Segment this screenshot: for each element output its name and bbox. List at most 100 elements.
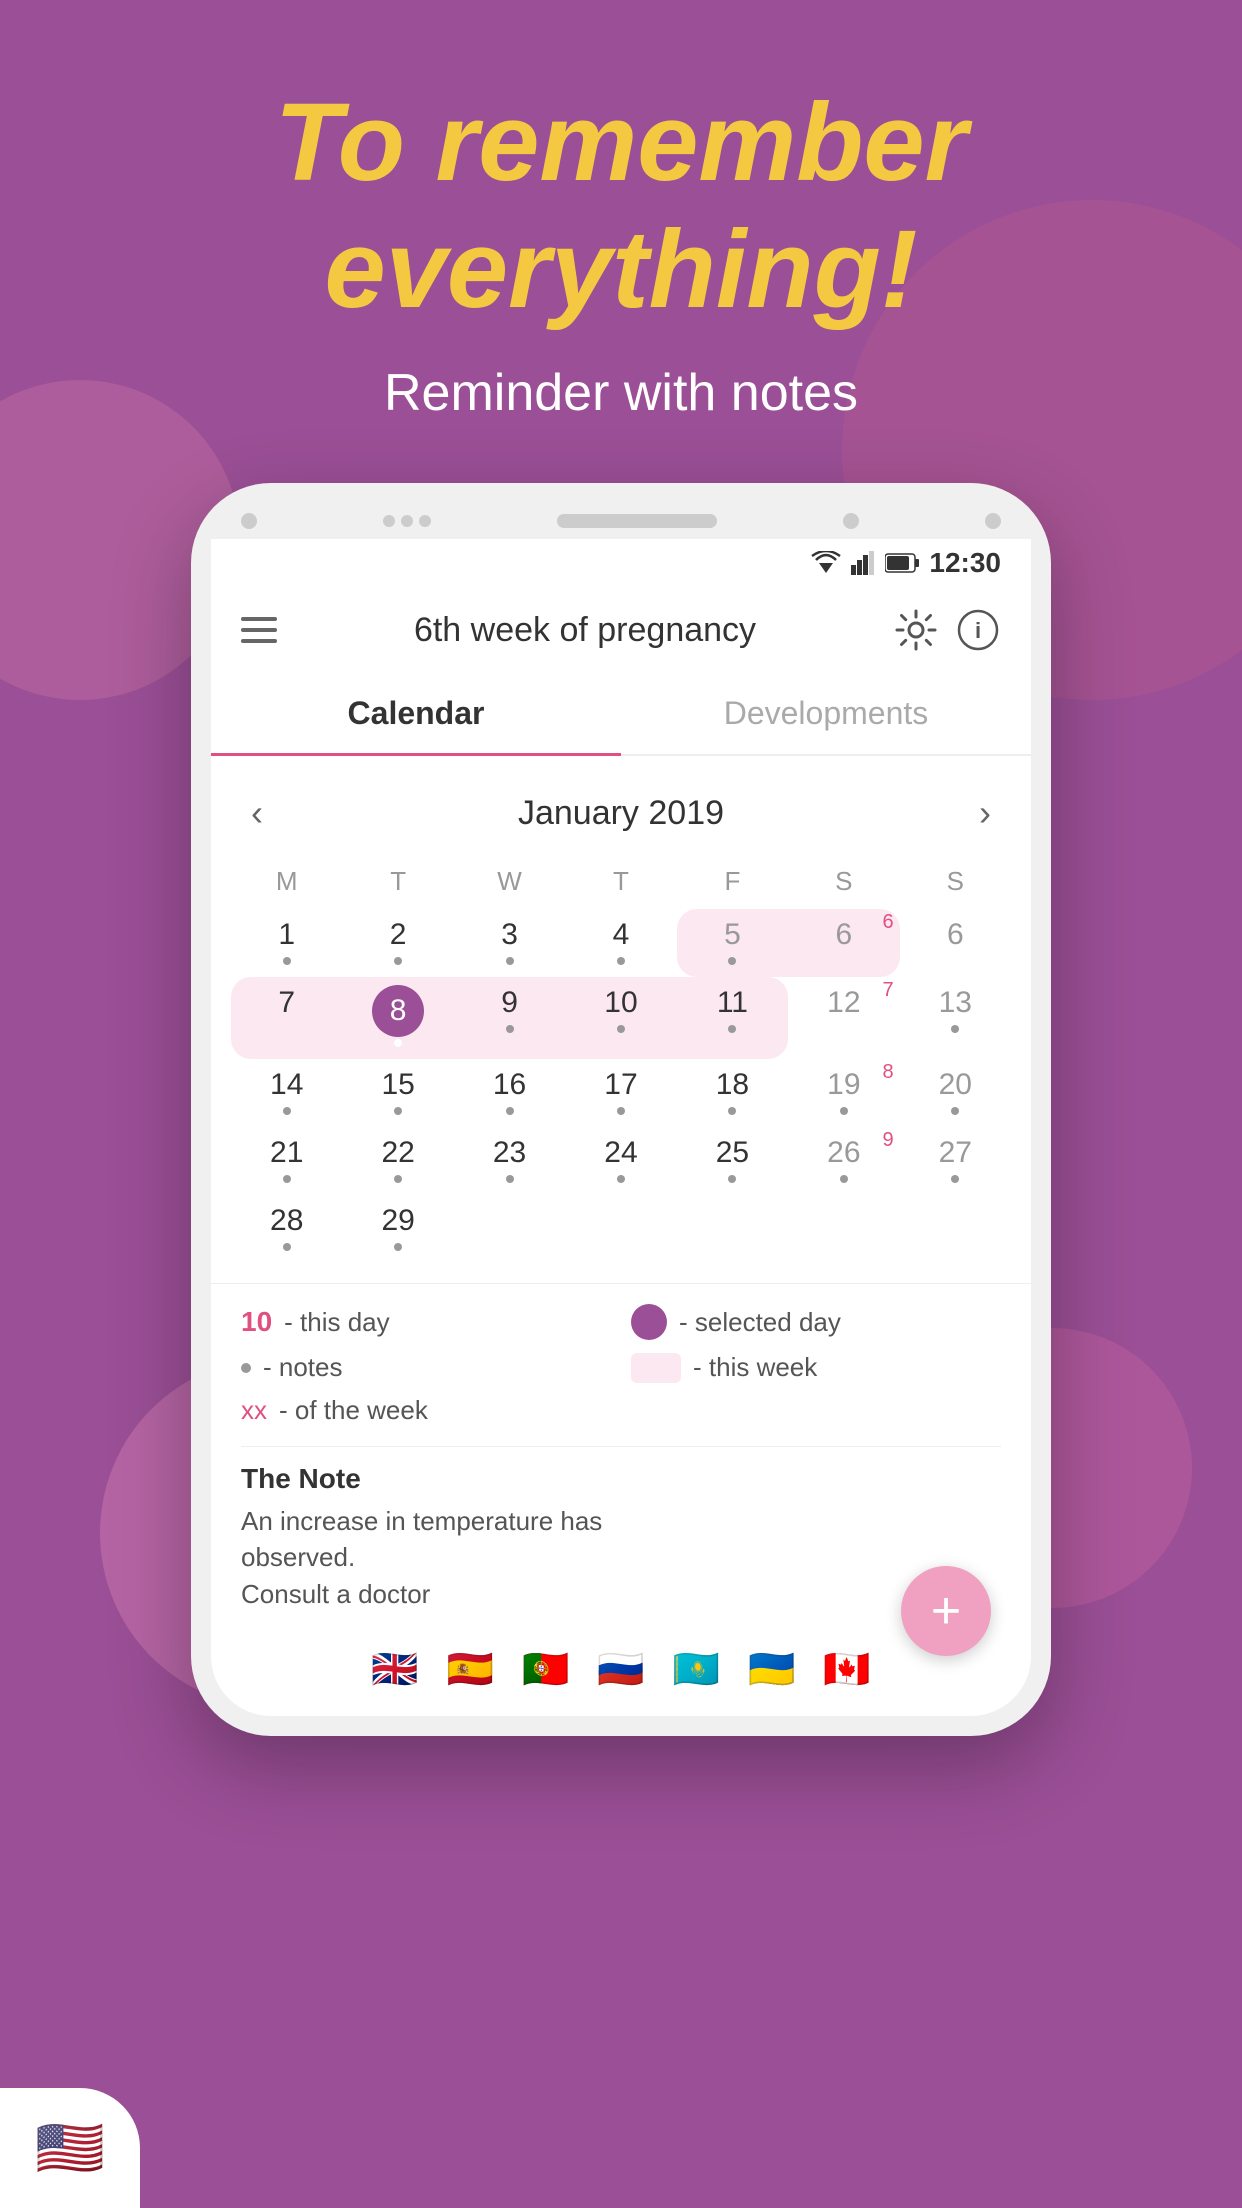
- signal-icon: [851, 551, 875, 575]
- phone-camera-dot: [241, 513, 257, 529]
- cal-day-19[interactable]: 8 19: [788, 1059, 899, 1127]
- cal-day-24[interactable]: 24: [565, 1127, 676, 1195]
- day-header-tue: T: [342, 860, 453, 903]
- cal-day-26[interactable]: 9 26: [788, 1127, 899, 1195]
- app-header: 6th week of pregnancy i: [211, 587, 1031, 673]
- note-title: The Note: [241, 1463, 1001, 1495]
- cal-day-29[interactable]: 29: [342, 1195, 453, 1263]
- flag-ca[interactable]: 🇨🇦: [823, 1648, 870, 1692]
- gear-icon: [895, 609, 937, 651]
- cal-day-14[interactable]: 14: [231, 1059, 342, 1127]
- hero-title: To remember everything!: [0, 80, 1242, 333]
- settings-button[interactable]: [893, 607, 939, 653]
- status-bar: 12:30: [211, 539, 1031, 587]
- cal-day-10[interactable]: 10: [565, 977, 676, 1059]
- cal-day-5[interactable]: 5: [677, 909, 788, 977]
- flag-pt[interactable]: 🇵🇹: [522, 1648, 569, 1692]
- cal-day-6-sat[interactable]: 6 6: [788, 909, 899, 977]
- day-header-mon: M: [231, 860, 342, 903]
- calendar-week-3: 14 15 16 17 18 8 19 20: [231, 1059, 1011, 1127]
- phone-top-bar: [211, 513, 1031, 539]
- hamburger-menu[interactable]: [241, 617, 277, 643]
- calendar: ‹ January 2019 › M T W T F S S 1 2 3 4 5: [211, 756, 1031, 1283]
- cal-day-1[interactable]: 1: [231, 909, 342, 977]
- cal-empty-1: [454, 1195, 565, 1263]
- cal-day-11[interactable]: 11: [677, 977, 788, 1059]
- legend-this-day: 10 - this day: [241, 1304, 611, 1340]
- cal-day-6-sun[interactable]: 6: [900, 909, 1011, 977]
- calendar-week-5: 28 29: [231, 1195, 1011, 1263]
- flag-gb[interactable]: 🇬🇧: [371, 1648, 418, 1692]
- cal-empty-5: [900, 1195, 1011, 1263]
- bottom-flag-us[interactable]: 🇺🇸: [0, 2088, 140, 2208]
- legend-this-week: - this week: [631, 1352, 1001, 1383]
- cal-day-22[interactable]: 22: [342, 1127, 453, 1195]
- phone-speaker: [557, 514, 717, 528]
- app-title: 6th week of pregnancy: [297, 611, 873, 650]
- day-header-sat: S: [788, 860, 899, 903]
- flag-kz[interactable]: 🇰🇿: [673, 1648, 720, 1692]
- cal-empty-4: [788, 1195, 899, 1263]
- day-header-wed: W: [454, 860, 565, 903]
- cal-day-7[interactable]: 7: [231, 977, 342, 1059]
- cal-empty-2: [565, 1195, 676, 1263]
- calendar-week-4: 21 22 23 24 25 9 26 27: [231, 1127, 1011, 1195]
- tab-developments[interactable]: Developments: [621, 673, 1031, 754]
- cal-day-12[interactable]: 7 12: [788, 977, 899, 1059]
- prev-month-button[interactable]: ‹: [241, 782, 273, 844]
- note-text: An increase in temperature has observed.…: [241, 1503, 1001, 1612]
- day-header-sun: S: [900, 860, 1011, 903]
- info-button[interactable]: i: [955, 607, 1001, 653]
- tabs: Calendar Developments: [211, 673, 1031, 756]
- legend-selected-day: - selected day: [631, 1304, 1001, 1340]
- phone-sensor-dot: [985, 513, 1001, 529]
- phone-body: 12:30 6th week of pregnancy: [191, 483, 1051, 1736]
- legend-week-num: xx - of the week: [241, 1395, 611, 1426]
- cal-day-16[interactable]: 16: [454, 1059, 565, 1127]
- hero-section: To remember everything! Reminder with no…: [0, 0, 1242, 423]
- cal-day-28[interactable]: 28: [231, 1195, 342, 1263]
- flags-bar: 🇬🇧 🇪🇸 🇵🇹 🇷🇺 🇰🇿 🇺🇦 🇨🇦: [211, 1632, 1031, 1716]
- cal-empty-3: [677, 1195, 788, 1263]
- phone-front-camera: [843, 513, 859, 529]
- day-header-fri: F: [677, 860, 788, 903]
- flag-ua[interactable]: 🇺🇦: [748, 1648, 795, 1692]
- cal-day-15[interactable]: 15: [342, 1059, 453, 1127]
- cal-day-27[interactable]: 27: [900, 1127, 1011, 1195]
- cal-day-2[interactable]: 2: [342, 909, 453, 977]
- divider: [241, 1446, 1001, 1447]
- info-icon: i: [957, 609, 999, 651]
- svg-text:i: i: [975, 618, 981, 643]
- cal-day-3[interactable]: 3: [454, 909, 565, 977]
- hero-subtitle: Reminder with notes: [0, 363, 1242, 423]
- phone-mockup: 12:30 6th week of pregnancy: [0, 483, 1242, 1736]
- calendar-nav: ‹ January 2019 ›: [231, 766, 1011, 860]
- phone-sensors: [383, 515, 431, 527]
- calendar-week-2: 7 8 9 10 11 7 12 13: [231, 977, 1011, 1059]
- cal-day-13[interactable]: 13: [900, 977, 1011, 1059]
- status-icons: 12:30: [811, 547, 1001, 579]
- header-actions: i: [893, 607, 1001, 653]
- cal-day-20[interactable]: 20: [900, 1059, 1011, 1127]
- cal-day-25[interactable]: 25: [677, 1127, 788, 1195]
- add-note-fab[interactable]: +: [901, 1566, 991, 1656]
- wifi-icon: [811, 551, 841, 575]
- day-header-thu: T: [565, 860, 676, 903]
- cal-day-17[interactable]: 17: [565, 1059, 676, 1127]
- cal-day-9[interactable]: 9: [454, 977, 565, 1059]
- cal-day-4[interactable]: 4: [565, 909, 676, 977]
- next-month-button[interactable]: ›: [969, 782, 1001, 844]
- battery-icon: [885, 553, 919, 573]
- cal-day-18[interactable]: 18: [677, 1059, 788, 1127]
- day-headers: M T W T F S S: [231, 860, 1011, 903]
- tab-calendar[interactable]: Calendar: [211, 673, 621, 754]
- flag-es[interactable]: 🇪🇸: [447, 1648, 494, 1692]
- calendar-week-1: 1 2 3 4 5 6 6 6: [231, 909, 1011, 977]
- flag-ru[interactable]: 🇷🇺: [597, 1648, 644, 1692]
- cal-day-21[interactable]: 21: [231, 1127, 342, 1195]
- cal-day-23[interactable]: 23: [454, 1127, 565, 1195]
- status-time: 12:30: [929, 547, 1001, 579]
- legend-notes: - notes: [241, 1352, 611, 1383]
- calendar-legend: 10 - this day - selected day - notes - t…: [211, 1283, 1031, 1436]
- cal-day-8[interactable]: 8: [342, 977, 453, 1059]
